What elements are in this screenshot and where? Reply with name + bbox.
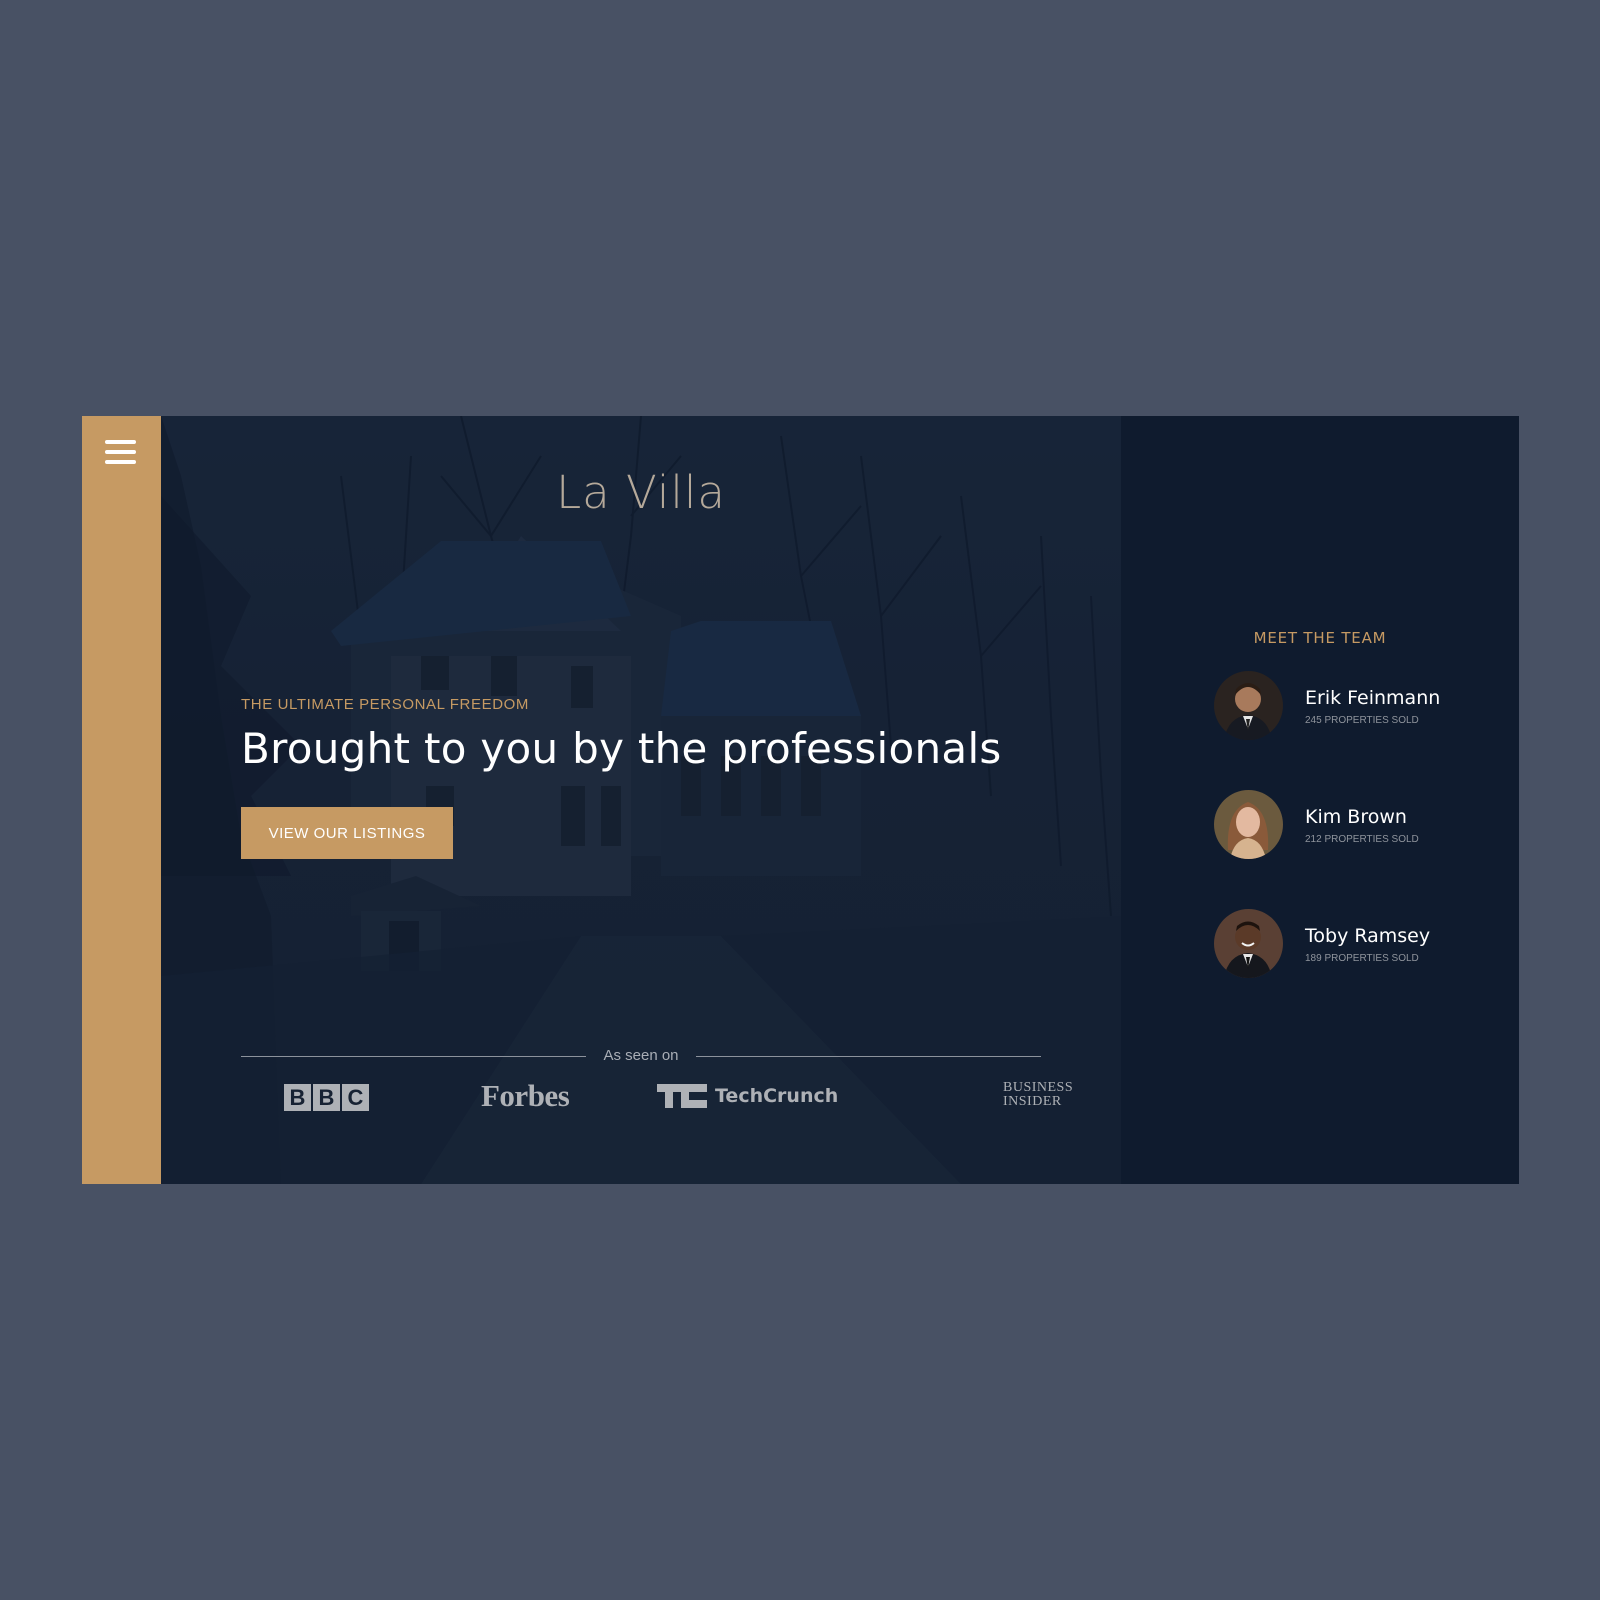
person-avatar-icon	[1214, 671, 1283, 740]
sidebar	[82, 416, 161, 1184]
member-properties-sold: 212 PROPERTIES SOLD	[1305, 834, 1419, 845]
bbc-letter: B	[284, 1084, 311, 1111]
team-member-card[interactable]: Toby Ramsey 189 PROPERTIES SOLD	[1214, 909, 1514, 981]
bbc-letter: B	[313, 1084, 340, 1111]
forbes-logo: Forbes	[481, 1078, 570, 1113]
member-name: Erik Feinmann	[1305, 687, 1441, 709]
landing-page: La Villa THE ULTIMATE PERSONAL FREEDOM B…	[82, 416, 1519, 1184]
techcrunch-mark-icon	[657, 1084, 707, 1108]
bbc-letter: C	[342, 1084, 369, 1111]
member-properties-sold: 189 PROPERTIES SOLD	[1305, 953, 1419, 964]
hero-background-image	[161, 416, 1121, 1184]
person-avatar-icon	[1214, 790, 1283, 859]
techcrunch-logo: TechCrunch	[657, 1084, 838, 1108]
brand-logo[interactable]: La Villa	[161, 466, 1121, 519]
team-member-card[interactable]: Kim Brown 212 PROPERTIES SOLD	[1214, 790, 1514, 862]
techcrunch-wordmark: TechCrunch	[715, 1085, 839, 1107]
bbc-logo: B B C	[284, 1084, 369, 1111]
team-title: MEET THE TEAM	[1253, 629, 1387, 647]
business-insider-line1: BUSINESS	[1003, 1080, 1074, 1095]
hamburger-icon[interactable]	[104, 438, 138, 466]
business-insider-line2: INSIDER	[1003, 1094, 1062, 1109]
team-member-card[interactable]: Erik Feinmann 245 PROPERTIES SOLD	[1214, 671, 1514, 743]
member-name: Toby Ramsey	[1305, 925, 1431, 947]
business-insider-logo: BUSINESS INSIDER	[1003, 1081, 1073, 1109]
hero-eyebrow: THE ULTIMATE PERSONAL FREEDOM	[241, 696, 529, 713]
hero-section: La Villa THE ULTIMATE PERSONAL FREEDOM B…	[161, 416, 1121, 1184]
hero-headline: Brought to you by the professionals	[241, 724, 1002, 773]
person-avatar-icon	[1214, 909, 1283, 978]
avatar	[1214, 671, 1283, 740]
member-name: Kim Brown	[1305, 806, 1407, 828]
avatar	[1214, 790, 1283, 859]
avatar	[1214, 909, 1283, 978]
as-seen-on-divider: As seen on	[241, 1046, 1041, 1066]
member-properties-sold: 245 PROPERTIES SOLD	[1305, 715, 1419, 726]
view-listings-button[interactable]: VIEW OUR LISTINGS	[241, 807, 453, 859]
team-panel: MEET THE TEAM Erik Feinmann 245 PROPERTI…	[1121, 416, 1519, 1184]
divider-line-right	[696, 1056, 1041, 1057]
